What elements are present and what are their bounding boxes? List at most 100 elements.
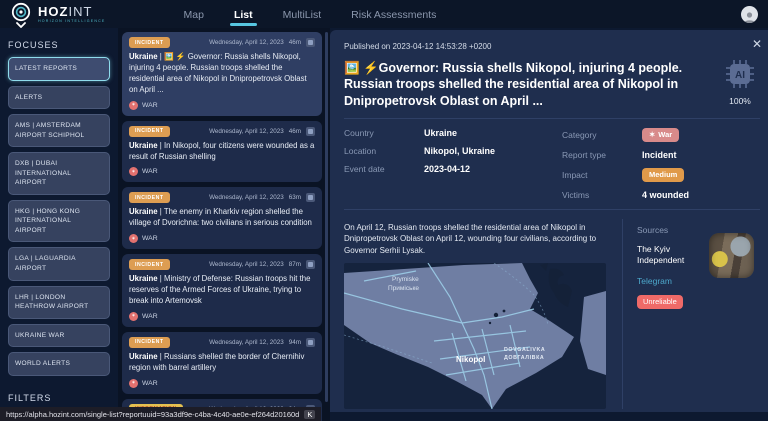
focuses-sidebar: FOCUSES LATEST REPORTSALERTSAMS | AMSTER… — [0, 28, 118, 421]
ai-confidence-block: AI 100% — [726, 60, 754, 109]
country-label: Country — [344, 128, 424, 138]
location-label: Location — [344, 146, 424, 156]
map-label-prymiske-cyr: Приміське — [388, 284, 419, 292]
ai-chip-icon — [306, 338, 315, 347]
map-label-dovgalivka: DOVGALIVKA — [504, 347, 545, 353]
report-summary: Ukraine | The enemy in Kharkiv region sh… — [129, 207, 315, 229]
source-photo-thumbnail[interactable] — [709, 233, 754, 278]
hozint-pin-icon — [10, 2, 32, 28]
nav-item[interactable]: Risk Assessments — [349, 3, 438, 25]
browser-status-bar: https://alpha.hozint.com/single-list?rep… — [0, 407, 321, 421]
war-tag-label: WAR — [142, 168, 158, 175]
report-age: 46m — [289, 39, 301, 46]
war-category-icon: ✶ — [129, 101, 138, 110]
report-card[interactable]: INCIDENT Wednesday, April 12, 2023 87m U… — [122, 254, 322, 327]
report-type-badge: INCIDENT — [129, 37, 170, 48]
ai-chip-icon: AI — [726, 60, 754, 88]
event-date-value: 2023-04-12 — [424, 164, 470, 174]
hozint-logo[interactable]: HOZINT HORIZON INTELLIGENCE — [10, 0, 106, 28]
main-nav: Map List MultiList Risk Assessments — [182, 3, 439, 25]
report-type-badge: INCIDENT — [129, 259, 170, 270]
war-category-icon: ✶ — [129, 312, 138, 321]
report-summary: Ukraine | In Nikopol, four citizens were… — [129, 141, 315, 163]
country-value: Ukraine — [424, 128, 457, 138]
report-age: 94m — [289, 339, 301, 346]
report-card[interactable]: INCIDENT Wednesday, April 12, 2023 63m U… — [122, 187, 322, 249]
war-tag-label: WAR — [142, 102, 158, 109]
brand-text: HOZINT — [38, 5, 106, 18]
war-tag-label: WAR — [142, 235, 158, 242]
event-date-label: Event date — [344, 164, 424, 174]
report-card[interactable]: INCIDENT Wednesday, April 12, 2023 46m U… — [122, 32, 322, 116]
nav-item[interactable]: Map — [182, 3, 206, 25]
category-label: Category — [562, 130, 642, 140]
report-summary: Ukraine | Russians shelled the border of… — [129, 352, 315, 374]
category-war-chip[interactable]: ✶War — [642, 128, 679, 142]
focus-item[interactable]: UKRAINE WAR — [8, 324, 110, 348]
nav-item[interactable]: MultiList — [281, 3, 324, 25]
war-category-icon: ✶ — [129, 234, 138, 243]
report-tags: ✶ WAR — [129, 234, 315, 243]
report-tags: ✶ WAR — [129, 167, 315, 176]
report-description: On April 12, Russian troops shelled the … — [344, 222, 612, 257]
report-list: INCIDENT Wednesday, April 12, 2023 46m U… — [118, 28, 330, 421]
report-tags: ✶ WAR — [129, 101, 315, 110]
status-url: https://alpha.hozint.com/single-list?rep… — [6, 410, 299, 419]
published-timestamp: Published on 2023-04-12 14:53:28 +0200 — [344, 42, 760, 51]
report-headline: 🖼️ ⚡Governor: Russia shells Nikopol, inj… — [344, 60, 726, 109]
report-tags: ✶ WAR — [129, 379, 315, 388]
focus-item[interactable]: ALERTS — [8, 86, 110, 110]
reliability-badge: Unreliable — [637, 295, 683, 309]
report-summary: Ukraine | 🖼️ ⚡ Governor: Russia shells N… — [129, 52, 315, 96]
report-age: 46m — [289, 128, 301, 135]
focus-item[interactable]: WORLD ALERTS — [8, 352, 110, 376]
map-label-nikopol: Nikopol — [456, 355, 485, 364]
impact-medium-chip: Medium — [642, 168, 684, 182]
war-tag-label: WAR — [142, 313, 158, 320]
ai-chip-icon — [306, 38, 315, 47]
victims-value: 4 wounded — [642, 190, 689, 200]
report-card[interactable]: INCIDENT Wednesday, April 12, 2023 94m U… — [122, 332, 322, 394]
user-avatar[interactable] — [741, 6, 758, 23]
ai-chip-icon — [306, 260, 315, 269]
close-icon[interactable]: ✕ — [752, 37, 762, 51]
report-date: Wednesday, April 12, 2023 — [209, 128, 284, 135]
nav-item[interactable]: List — [232, 3, 255, 25]
report-date: Wednesday, April 12, 2023 — [209, 339, 284, 346]
ai-confidence-value: 100% — [726, 96, 754, 106]
map-label-dovgalivka-cyr: ДОВГАЛІВКА — [504, 355, 544, 361]
focus-item[interactable]: LGA | LAGUARDIA AIRPORT — [8, 247, 110, 280]
ai-chip-icon — [306, 127, 315, 136]
impact-label: Impact — [562, 170, 642, 180]
report-type-badge: INCIDENT — [129, 126, 170, 137]
report-date: Wednesday, April 12, 2023 — [209, 39, 284, 46]
brand-tagline: HORIZON INTELLIGENCE — [38, 20, 106, 24]
report-type-value: Incident — [642, 150, 677, 160]
focus-item[interactable]: DXB | DUBAI INTERNATIONAL AIRPORT — [8, 152, 110, 195]
report-age: 63m — [289, 194, 301, 201]
report-date: Wednesday, April 12, 2023 — [209, 194, 284, 201]
svg-text:AI: AI — [735, 70, 745, 81]
victims-label: Victims — [562, 190, 642, 200]
map-label-prymiske: Prymiske — [392, 276, 419, 283]
report-type-label: Report type — [562, 150, 642, 160]
focus-item[interactable]: HKG | HONG KONG INTERNATIONAL AIRPORT — [8, 200, 110, 243]
report-age: 87m — [289, 261, 301, 268]
filters-title: FILTERS — [8, 393, 110, 403]
focus-item[interactable]: AMS | AMSTERDAM AIRPORT SCHIPHOL — [8, 114, 110, 147]
source-name: The Kyiv Independent — [637, 244, 709, 267]
report-detail-panel: ✕ Published on 2023-04-12 14:53:28 +0200… — [330, 30, 768, 412]
report-type-badge: INCIDENT — [129, 337, 170, 348]
report-fields: CountryUkraine LocationNikopol, Ukraine … — [344, 128, 760, 200]
location-map[interactable]: Prymiske Приміське Nikopol DOVGALIVKA ДО… — [344, 263, 606, 409]
war-category-icon: ✶ — [129, 167, 138, 176]
focus-item[interactable]: LATEST REPORTS — [8, 57, 110, 81]
report-card[interactable]: INCIDENT Wednesday, April 12, 2023 46m U… — [122, 121, 322, 183]
ai-chip-icon — [306, 193, 315, 202]
focus-item[interactable]: LHR | LONDON HEATHROW AIRPORT — [8, 286, 110, 319]
focus-list: LATEST REPORTS ALERTS AMS | AMSTERDAM AIRP… — [8, 57, 110, 381]
location-value: Nikopol, Ukraine — [424, 146, 495, 156]
war-icon: ✶ — [649, 130, 655, 139]
person-icon — [743, 11, 756, 23]
war-category-icon: ✶ — [129, 379, 138, 388]
